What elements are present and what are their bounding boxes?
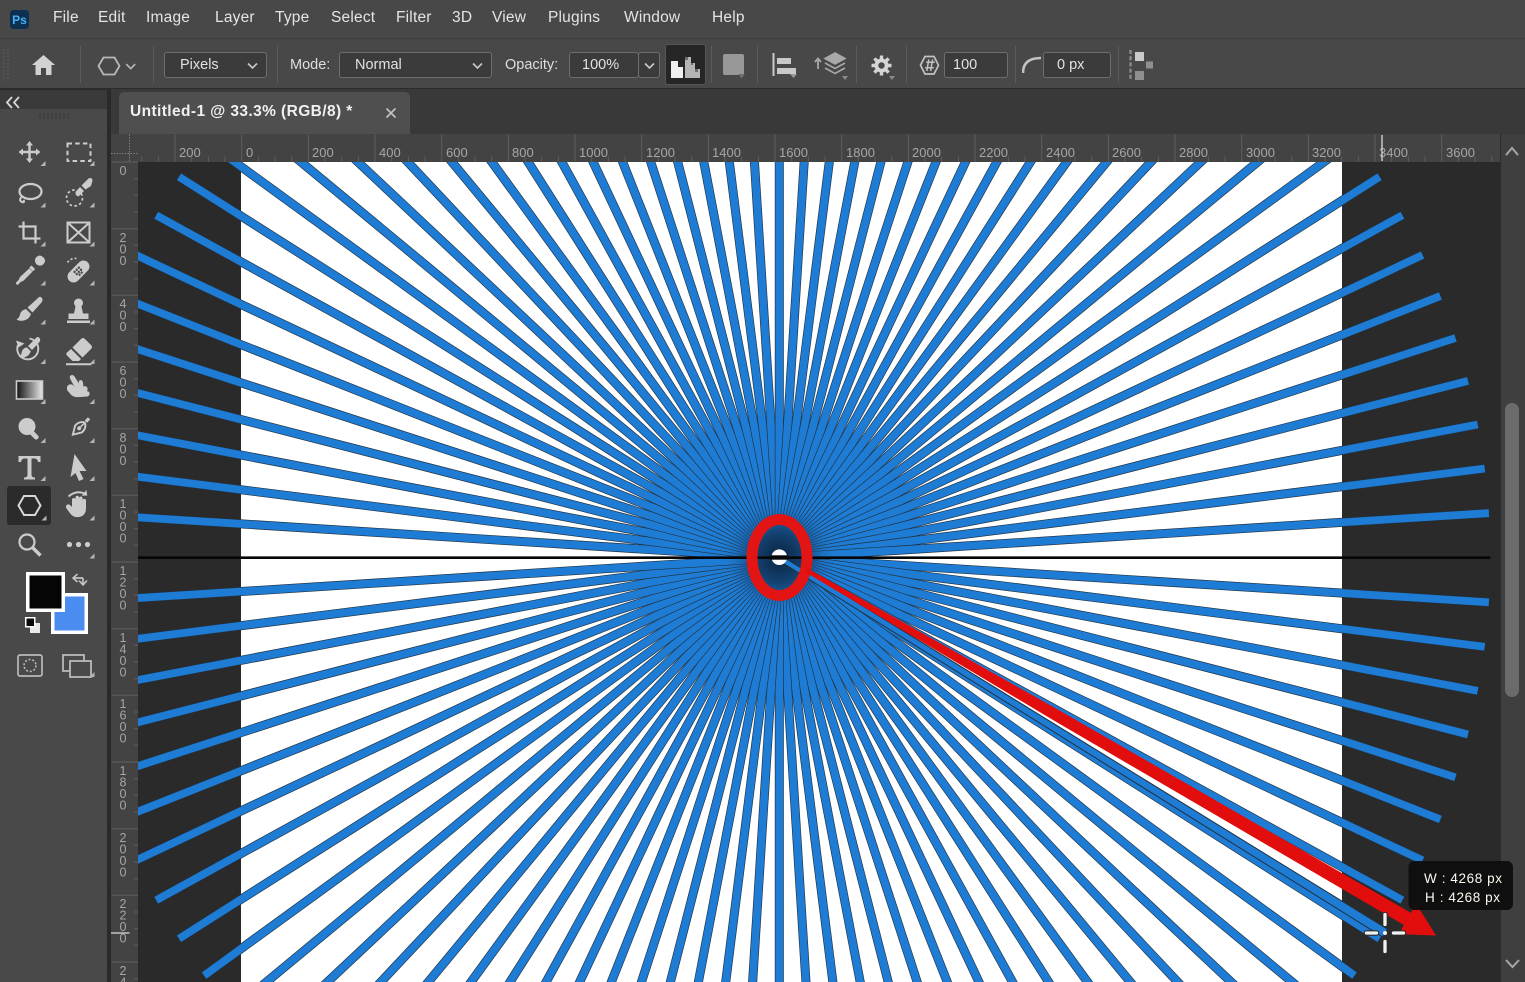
svg-text:W : 4268 px: W : 4268 px (1424, 871, 1503, 886)
svg-text:H : 4268 px: H : 4268 px (1425, 890, 1501, 905)
